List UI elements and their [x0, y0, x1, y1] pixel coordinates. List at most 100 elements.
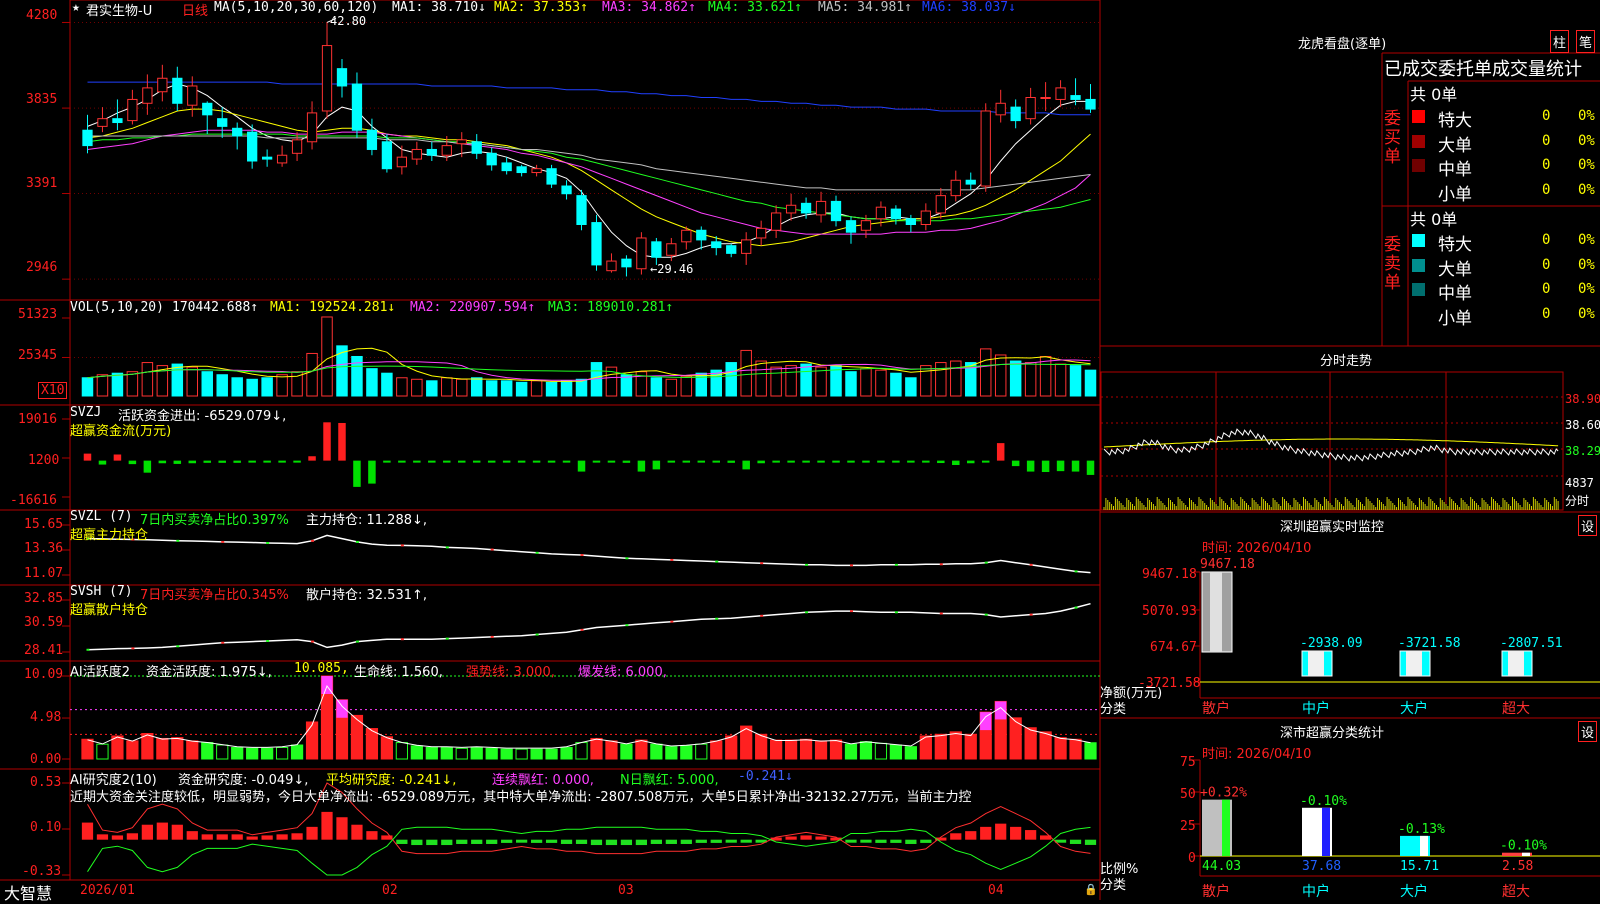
volume-bar	[515, 381, 528, 397]
stats-category: 大户	[1400, 883, 1428, 900]
ma5-value: MA5: 34.981↑	[818, 0, 912, 15]
monitor-tick-1: 9467.18	[1142, 567, 1197, 582]
stats-category: 中户	[1302, 883, 1330, 900]
research-bar	[516, 839, 528, 843]
activity-bar	[635, 739, 648, 760]
sell-2-label: 中单	[1438, 284, 1472, 304]
lhb-bar-button[interactable]: 柱	[1550, 30, 1570, 53]
research-bar	[501, 839, 513, 843]
buy-0-swatch	[1412, 110, 1425, 123]
stats-title: 深市超赢分类统计	[1280, 726, 1385, 741]
fund-flow-bar	[428, 460, 436, 463]
fund-flow-bar	[967, 460, 975, 464]
activity-bar	[575, 742, 588, 760]
fund-flow-bar	[158, 460, 167, 464]
volume-bar	[396, 377, 408, 397]
research-bar	[815, 836, 827, 840]
activity-bar	[1054, 737, 1067, 760]
sell-2-swatch	[1412, 283, 1425, 296]
volume-bar	[366, 368, 378, 397]
fund-flow-bar	[907, 460, 915, 463]
candle-body	[621, 258, 632, 268]
fund-flow-bar	[922, 460, 930, 463]
candle-body	[860, 220, 872, 231]
period-label[interactable]: 日线	[182, 0, 208, 19]
svsh-marker	[86, 648, 90, 651]
fund-flow-bar	[128, 460, 137, 465]
stats-settings-button[interactable]: 设	[1578, 721, 1598, 742]
buy-1-count: 0	[1542, 132, 1551, 149]
stats-unit2: 分类	[1100, 878, 1127, 893]
monitor-settings-button[interactable]: 设	[1578, 515, 1598, 536]
candle-body	[546, 168, 557, 185]
lhb-tick-button[interactable]: 笔	[1576, 30, 1596, 53]
svzl-marker	[805, 563, 809, 566]
lock-icon[interactable]: 🔒	[1084, 883, 1098, 896]
research-bar	[590, 839, 603, 846]
buy-2-swatch	[1412, 159, 1425, 172]
fund-flow-bar	[757, 460, 765, 464]
fund-flow-bar	[937, 460, 945, 464]
monitor-bar-value: 9467.18	[1200, 557, 1255, 572]
svsh-hold: 散户持仓: 32.531↑,	[306, 588, 428, 603]
research-bar	[441, 839, 453, 846]
vol-unit-badge: X10	[38, 382, 68, 399]
fund-flow-bar	[727, 460, 735, 463]
fund-flow-bar	[458, 460, 466, 463]
intraday-price-line	[1103, 428, 1559, 462]
activity-bar	[725, 735, 738, 760]
ma-line-ma6	[87, 81, 1091, 116]
activity-bar	[964, 733, 977, 760]
activity-bar	[904, 746, 917, 760]
fund-flow-bar	[398, 460, 406, 463]
volume-bar	[171, 363, 184, 397]
intraday-title: 分时走势	[1320, 354, 1373, 369]
svsh-marker	[176, 645, 180, 648]
activity-bar	[560, 746, 573, 760]
research-bar	[291, 833, 303, 840]
fund-flow-bar	[742, 460, 750, 470]
volume-bar	[1084, 369, 1097, 397]
activity-bar	[261, 747, 274, 760]
candle-body	[157, 77, 168, 93]
fund-flow-bar	[892, 460, 900, 463]
fund-flow-bar	[472, 460, 481, 463]
volume-bar	[890, 372, 902, 397]
research-bar	[695, 839, 707, 843]
svzl-marker	[445, 546, 449, 549]
activity-bar	[530, 748, 543, 760]
price-tick-4: 2946	[26, 260, 58, 275]
candle-body	[127, 98, 138, 122]
ma1-value: MA1: 38.710↓	[392, 0, 486, 15]
svzl-marker	[670, 558, 674, 561]
fund-flow-bar	[383, 460, 391, 463]
monitor-bar-value: -2807.51	[1500, 636, 1563, 651]
fund-flow-bar	[293, 460, 301, 463]
favorite-star-icon[interactable]: ★	[72, 0, 80, 15]
main-chart-canvas[interactable]: 9467.18 散户 -2938.09 中户 -3721.58 大户 -2807.51 超大 +…	[0, 0, 1600, 900]
svsh-marker	[894, 611, 898, 614]
fund-flow-bar	[143, 460, 152, 473]
monitor-date: 时间: 2026/04/10	[1202, 541, 1312, 556]
activity-bar	[141, 732, 154, 760]
research-bar	[545, 839, 558, 843]
candle-body	[636, 237, 647, 270]
research-bar	[680, 839, 692, 844]
monitor-unit2: 分类	[1100, 702, 1127, 717]
research-bar	[186, 831, 198, 840]
volume-bar	[1069, 365, 1082, 397]
candle-body	[576, 195, 587, 226]
buy-2-row: 中单 0 0%	[1412, 155, 1600, 180]
intraday-frame	[1100, 371, 1564, 511]
svzl-title: SVZL (7)	[70, 509, 133, 524]
svzl-marker	[535, 551, 539, 554]
candle-body	[756, 227, 767, 239]
fund-flow-bar	[353, 460, 361, 487]
svsh-marker	[580, 628, 584, 631]
svsh-marker	[939, 612, 943, 615]
candle-body	[875, 206, 887, 220]
ai-research-label5: -0.241↓	[738, 769, 793, 784]
volume-bar	[321, 316, 333, 397]
buy-3-row: 小单 0 0%	[1412, 180, 1600, 205]
stats-value: 44.03	[1202, 859, 1241, 874]
